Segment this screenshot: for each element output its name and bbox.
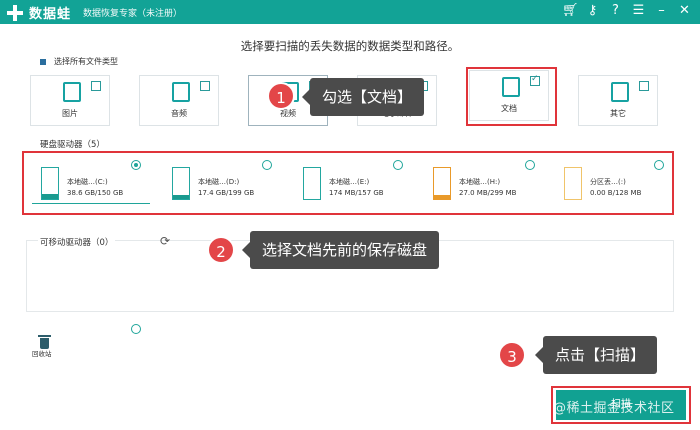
page-prompt: 选择要扫描的丢失数据的数据类型和路径。 <box>240 39 460 53</box>
app-name: 数据蛙 <box>29 7 72 22</box>
disk-name: 本地磁…(H:) <box>459 178 501 186</box>
disk-name: 本地磁…(E:) <box>329 178 370 186</box>
disk-size: 27.0 MB/299 MB <box>459 189 517 197</box>
disk-size: 38.6 GB/150 GB <box>67 189 124 197</box>
disk-d[interactable]: 本地磁…(D:) 17.4 GB/199 GB <box>172 160 292 212</box>
highlight-document <box>466 67 557 126</box>
step-badge-1: 1 <box>267 82 295 110</box>
type-card-other[interactable]: 其它 <box>578 75 658 126</box>
type-card-audio[interactable]: 音频 <box>139 75 219 126</box>
removable-header: 可移动驱动器（0） <box>38 236 116 248</box>
title-bar: 数据蛙 数据恢复专家（未注册） 🛒︎ ⚷ ? ☰ – ✕ <box>0 0 700 24</box>
app-subtitle: 数据恢复专家（未注册） <box>83 9 183 19</box>
disk-drive-icon <box>433 167 451 200</box>
disk-drive-icon <box>41 167 59 200</box>
logo-cross-icon <box>6 4 24 22</box>
disk-drive-icon <box>303 167 321 200</box>
disk-size: 174 MB/157 GB <box>329 189 384 197</box>
step-badge-3: 3 <box>498 341 526 369</box>
disk-size: 0.00 B/128 MB <box>590 189 642 197</box>
app-logo: 数据蛙 数据恢复专家（未注册） <box>6 3 182 22</box>
type-checkbox-audio[interactable] <box>200 81 210 91</box>
callout-arrow <box>242 242 250 258</box>
disk-radio[interactable] <box>131 160 141 170</box>
image-icon <box>63 82 81 102</box>
disk-radio[interactable] <box>393 160 403 170</box>
callout-3: 点击【扫描】 <box>543 336 658 374</box>
disk-name: 分区丢…(:) <box>590 178 626 186</box>
callout-arrow <box>535 347 543 363</box>
type-label: 音频 <box>171 109 187 118</box>
disk-e[interactable]: 本地磁…(E:) 174 MB/157 GB <box>303 160 423 212</box>
other-icon <box>611 82 629 102</box>
disk-selected-underline <box>32 203 150 204</box>
disk-lost-partition[interactable]: 分区丢…(:) 0.00 B/128 MB <box>564 160 684 212</box>
type-card-image[interactable]: 图片 <box>30 75 110 126</box>
step-badge-2: 2 <box>207 236 235 264</box>
key-icon[interactable]: ⚷ <box>585 3 600 19</box>
minimize-icon[interactable]: – <box>654 3 669 19</box>
type-checkbox-image[interactable] <box>91 81 101 91</box>
disk-size: 17.4 GB/199 GB <box>198 189 255 197</box>
music-icon <box>172 82 190 102</box>
select-all-label: 选择所有文件类型 <box>54 57 118 66</box>
disk-h[interactable]: 本地磁…(H:) 27.0 MB/299 MB <box>433 160 553 212</box>
disk-name: 本地磁…(D:) <box>198 178 240 186</box>
select-all-checkbox[interactable]: 选择所有文件类型 <box>40 56 118 67</box>
disk-radio[interactable] <box>525 160 535 170</box>
callout-1: 勾选【文档】 <box>310 78 425 116</box>
disk-radio[interactable] <box>262 160 272 170</box>
disk-drive-icon <box>172 167 190 200</box>
type-label: 图片 <box>62 109 78 118</box>
recycle-bin-label: 回收站 <box>32 350 52 358</box>
type-label: 其它 <box>610 109 626 118</box>
menu-icon[interactable]: ☰ <box>631 3 646 19</box>
help-icon[interactable]: ? <box>608 3 623 19</box>
type-checkbox-other[interactable] <box>639 81 649 91</box>
callout-arrow <box>302 89 310 105</box>
cart-icon[interactable]: 🛒︎ <box>562 3 579 19</box>
refresh-icon[interactable]: ⟳ <box>158 234 172 248</box>
disk-radio[interactable] <box>654 160 664 170</box>
watermark: @稀土掘金技术社区 <box>553 401 675 416</box>
callout-2: 选择文档先前的保存磁盘 <box>250 231 440 269</box>
disk-c[interactable]: 本地磁…(C:) 38.6 GB/150 GB <box>41 160 161 212</box>
select-all-box[interactable] <box>40 58 46 65</box>
disk-drive-icon <box>564 167 582 200</box>
recycle-bin-radio[interactable] <box>131 324 141 334</box>
disks-header: 硬盘驱动器（5） <box>40 140 105 150</box>
disk-name: 本地磁…(C:) <box>67 178 108 186</box>
close-icon[interactable]: ✕ <box>677 3 692 19</box>
